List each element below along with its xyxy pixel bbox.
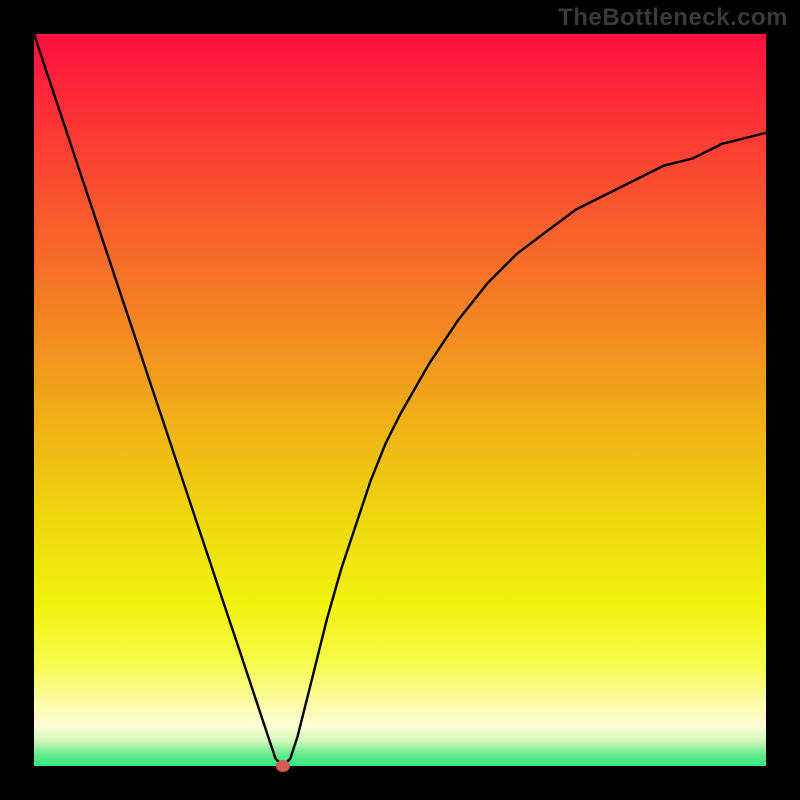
watermark-text: TheBottleneck.com	[558, 4, 788, 32]
plot-area	[34, 34, 766, 766]
chart-wrapper: TheBottleneck.com	[0, 0, 800, 800]
minimum-marker	[276, 760, 290, 772]
chart-svg	[0, 0, 800, 800]
